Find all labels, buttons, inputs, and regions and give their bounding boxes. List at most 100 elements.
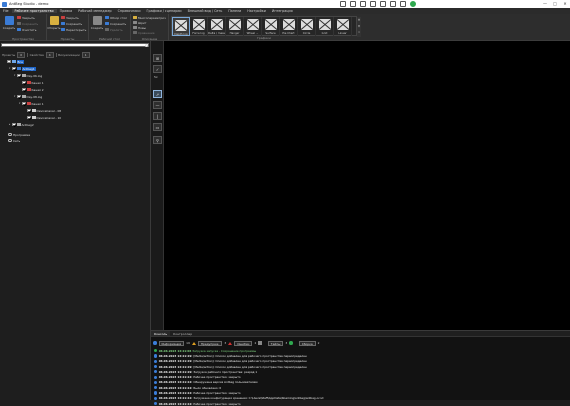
chart-type-icon [336, 18, 349, 30]
desktop-icon [92, 16, 102, 25]
menu-item[interactable]: Рабочий менеджер [75, 9, 114, 13]
tree-node[interactable]: DeviceCanal - 08 [24, 108, 61, 113]
menu-item[interactable]: Графики / сценарии [144, 9, 185, 13]
desktop-view-button[interactable]: Обзор стол [105, 15, 127, 20]
filter-count[interactable]: 4 [45, 51, 54, 58]
quick-camera-icon[interactable] [350, 1, 356, 7]
debug-filter-button[interactable]: Тайпы [267, 340, 284, 346]
log-timestamp: 06.06.2023 14:21:29: [158, 359, 193, 364]
menu-item[interactable]: Интеграция [269, 9, 296, 13]
info-filter-button[interactable]: Информация [158, 340, 185, 346]
chart-type-item[interactable]: Delta / mass [208, 17, 226, 36]
tree-checkbox[interactable] [17, 73, 21, 78]
check-tool-icon: ✓ [155, 67, 160, 72]
menu-item[interactable]: Рабочее пространство [11, 9, 57, 13]
radio-option[interactable]: Сеть [8, 138, 20, 143]
minimize-button[interactable]: — [540, 0, 550, 8]
menu-item[interactable]: Правка [57, 9, 76, 13]
quick-layout-icon[interactable] [360, 1, 366, 7]
tree-node[interactable]: ▾ Канал 1 [19, 101, 44, 106]
hline-tool-button[interactable]: — [153, 101, 162, 109]
workspace-close-button[interactable]: Закрыть [17, 15, 35, 20]
chart-type-item[interactable]: Wheel ... [244, 17, 262, 36]
chart-canvas[interactable] [164, 41, 570, 330]
filter-count[interactable]: 0 [17, 51, 26, 58]
quick-refresh-icon[interactable] [400, 1, 406, 7]
quick-save-icon[interactable] [340, 1, 346, 7]
status-ok-icon[interactable] [410, 1, 416, 7]
tree-node[interactable]: ▾ Day-08.log [14, 94, 42, 99]
project-open-button[interactable]: Открыть [47, 16, 61, 30]
tree-checkbox[interactable] [7, 59, 11, 64]
pointer-tool-button[interactable]: ➚ [153, 90, 162, 98]
gallery-expand-icon[interactable]: ▾ [357, 30, 361, 37]
menu-item[interactable]: File [0, 9, 12, 13]
chart-type-item[interactable]: Depth log [172, 17, 190, 36]
tree-node[interactable]: Канал 1 [19, 80, 44, 85]
menu-item[interactable]: Справочники [115, 9, 144, 13]
filter-label: Проекты [2, 52, 16, 57]
filter-count[interactable]: 1 [81, 51, 90, 58]
desktop-save-button[interactable]: Сохранить [105, 21, 126, 26]
check-tool-button[interactable]: ✓ [153, 65, 162, 73]
tree-checkbox[interactable] [22, 80, 26, 85]
project-close-button[interactable]: Закрыть [61, 15, 79, 20]
tree-node[interactable]: Канал 2 [19, 87, 44, 92]
ribbon-group-projects: Открыть Закрыть Сохранить Переоткрыть Пр… [47, 14, 89, 41]
compare-button[interactable]: Сравнение [133, 30, 155, 35]
workspace-clear-button[interactable]: Очистить [17, 27, 36, 32]
radio-icon[interactable] [8, 132, 12, 137]
tree-checkbox[interactable] [22, 87, 26, 92]
maximize-button[interactable]: □ [550, 0, 560, 8]
close-button[interactable]: ✕ [560, 0, 570, 8]
chart-type-item[interactable]: Circle [298, 17, 316, 36]
vline-tool-button[interactable]: | [153, 112, 162, 120]
window-tool-button[interactable]: ▭ [153, 123, 162, 131]
quick-grid-icon[interactable] [370, 1, 376, 7]
build-filter-button[interactable]: Сборка [298, 340, 316, 346]
tree-checkbox[interactable] [17, 94, 21, 99]
gallery-scrollbar[interactable]: ▲ ▼ ▾ [357, 17, 361, 37]
radio-option[interactable]: Программа [8, 132, 30, 137]
quick-print-icon[interactable] [380, 1, 386, 7]
menu-item[interactable]: Панели [225, 9, 244, 13]
new-icon [133, 25, 137, 30]
workspace-create-button[interactable]: Создать [2, 16, 16, 30]
chart-type-item[interactable]: Pie Chart [280, 17, 298, 36]
error-filter-button[interactable]: Ошибки [234, 340, 253, 346]
tree-checkbox[interactable] [27, 115, 31, 120]
chart-type-label: Grid [321, 30, 328, 35]
log-level-icon [154, 354, 158, 358]
tree-checkbox[interactable] [12, 122, 16, 127]
desktop-create-button[interactable]: Создать [90, 16, 104, 30]
chart-type-item[interactable]: Grid [316, 17, 334, 36]
search-icon[interactable] [145, 44, 148, 47]
desktop-delete-button[interactable]: Удалить [105, 27, 123, 32]
menu-item[interactable]: Внешний вид / Сеть [185, 9, 226, 13]
tree-node[interactable]: ▾ Day-06.log [14, 73, 42, 78]
tree-checkbox[interactable] [12, 66, 16, 71]
chart-type-item[interactable]: Hanger [226, 17, 244, 36]
warning-filter-button[interactable]: Предупреж. [197, 340, 223, 346]
project-reopen-button[interactable]: Переоткрыть [61, 27, 86, 32]
project-save-button[interactable]: Сохранить [61, 21, 82, 26]
compare-icon [133, 30, 137, 35]
tab-controller[interactable]: Контроллер [170, 331, 195, 336]
grid-tool-button[interactable]: ⊞ [153, 54, 162, 62]
tree-checkbox[interactable] [22, 101, 26, 106]
radio-icon[interactable] [8, 138, 12, 143]
tab-console[interactable]: Консоль [151, 331, 171, 336]
chart-type-item[interactable]: Force log [190, 17, 208, 36]
menu-item[interactable]: Настройки [244, 9, 269, 13]
tree-node[interactable]: ▾ Antbeg1 [9, 66, 36, 71]
chart-type-item[interactable]: Linear [334, 17, 352, 36]
tree-node[interactable]: Все [4, 59, 24, 64]
tree-node[interactable]: DeviceCanal - 10 [24, 115, 61, 120]
tree-node[interactable]: ▸ Antbeg2 [9, 122, 34, 127]
workspace-save-button[interactable]: Сохранить [17, 21, 38, 26]
pin-tool-button[interactable]: ⚲ [153, 136, 162, 144]
chart-type-item[interactable]: Surface [262, 17, 280, 36]
quick-settings-icon[interactable] [390, 1, 396, 7]
search-input[interactable] [1, 43, 149, 47]
tree-checkbox[interactable] [27, 108, 31, 113]
